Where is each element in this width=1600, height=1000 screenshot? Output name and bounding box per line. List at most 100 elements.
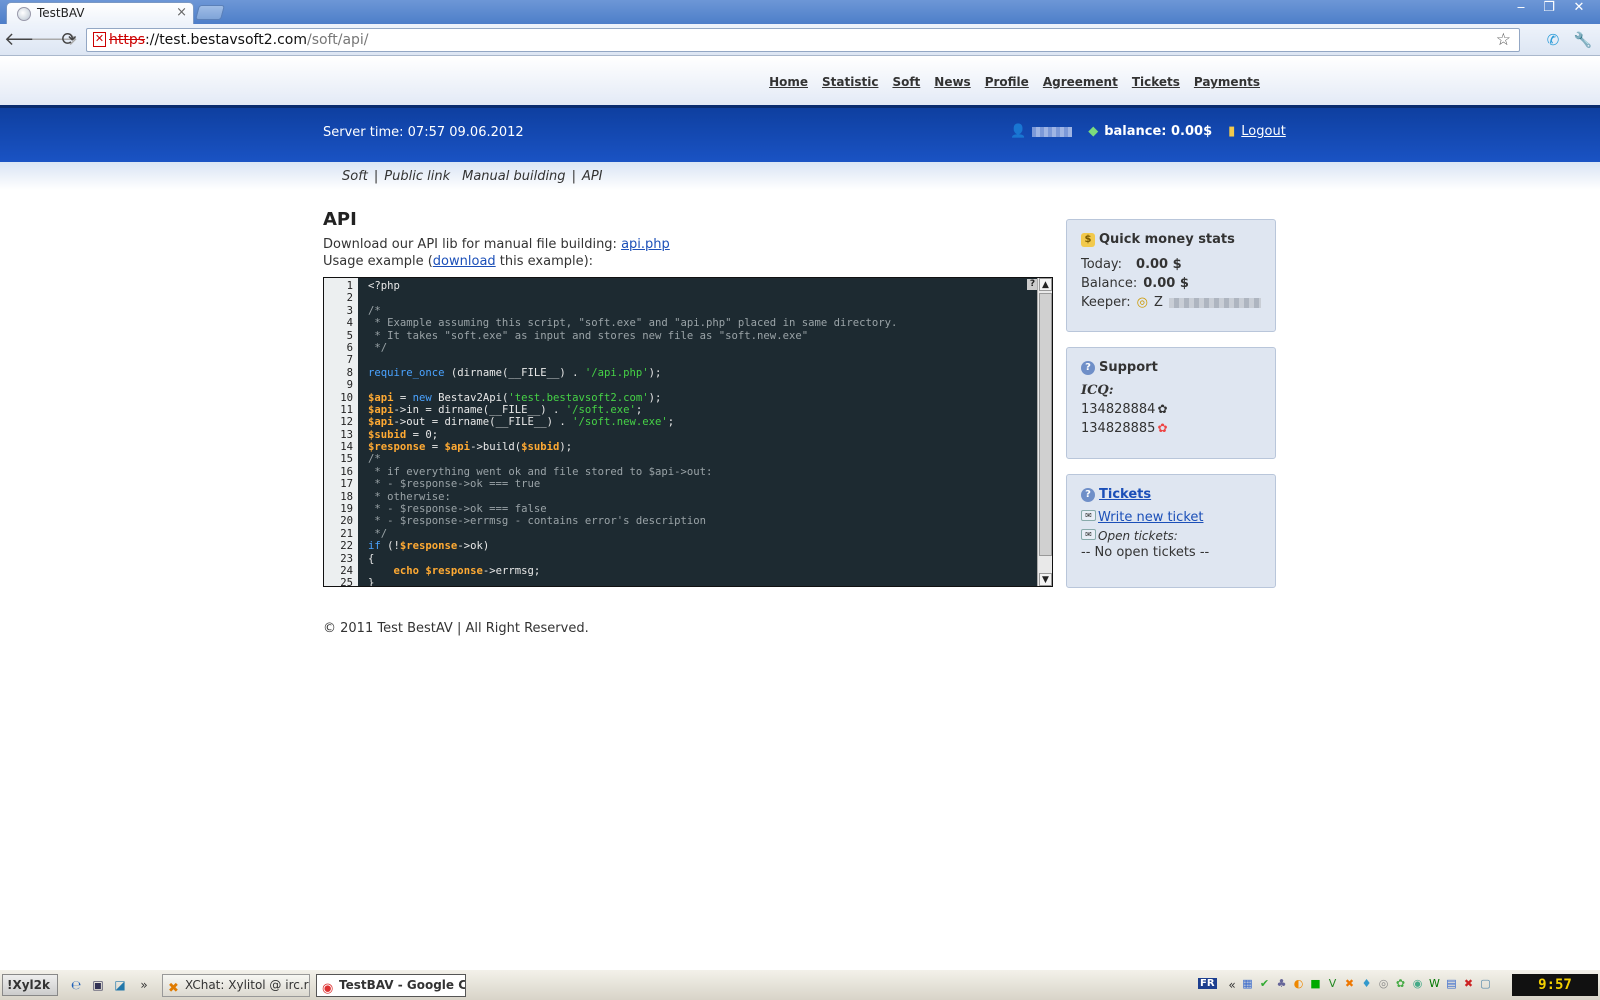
line-number: 7 xyxy=(346,354,353,367)
code-scrollbar[interactable]: ▲ ▼ xyxy=(1037,278,1052,586)
tray-icon[interactable]: ✔ xyxy=(1257,976,1272,992)
code-line: * - $response->ok === true xyxy=(368,478,541,491)
line-number: 5 xyxy=(346,329,353,342)
line-number: 6 xyxy=(346,341,353,354)
menu-item-soft[interactable]: Soft xyxy=(892,75,920,89)
main-menu: Home Statistic Soft News Profile Agreement Tic… xyxy=(769,75,1260,89)
maximize-icon[interactable]: ❐ xyxy=(1536,0,1562,18)
minimize-icon[interactable]: ‒ xyxy=(1508,0,1534,18)
code-line: */ xyxy=(368,527,388,540)
api-php-link[interactable]: api.php xyxy=(621,237,670,252)
new-mail-icon: ✉ xyxy=(1081,510,1096,521)
line-number: 19 xyxy=(340,503,353,516)
wrench-icon[interactable]: 🔧 xyxy=(1573,30,1593,50)
tray-icon[interactable]: ◐ xyxy=(1291,976,1306,992)
keeper-prefix: Z xyxy=(1153,295,1163,310)
ie-icon[interactable]: ℮ xyxy=(68,977,84,993)
insecure-lock-icon: ✕ xyxy=(93,32,106,47)
code-line: } xyxy=(368,577,375,587)
coins-icon: $ xyxy=(1081,232,1095,247)
icq-label: ICQ: xyxy=(1081,383,1114,398)
menu-item-home[interactable]: Home xyxy=(769,75,808,89)
balance-value: 0.00 $ xyxy=(1143,276,1189,291)
code-example[interactable]: 1 2 3 4 5 6 7 8 9 10 11 12 13 14 15 16 17 18 19 20 21 22 23 24 2… xyxy=(323,277,1053,587)
line-number: 22 xyxy=(340,540,353,553)
money-stats-title: Quick money stats xyxy=(1099,232,1235,247)
forward-icon[interactable]: 🡒 xyxy=(30,29,78,51)
taskbar-clock: 9:57 xyxy=(1512,974,1598,996)
scroll-up-icon[interactable]: ▲ xyxy=(1039,278,1052,291)
line-number: 20 xyxy=(340,515,353,528)
back-icon[interactable]: 🡐 xyxy=(4,29,52,51)
line-number: 15 xyxy=(340,453,353,466)
subnav-manual-building[interactable]: Manual building xyxy=(462,169,565,184)
code-line: /* xyxy=(368,453,381,466)
browser-tab[interactable]: TestBAV × xyxy=(6,2,194,24)
code-line: echo $response->errmsg; xyxy=(393,564,541,577)
scroll-down-icon[interactable]: ▼ xyxy=(1039,573,1052,586)
quicklaunch-more-icon[interactable]: » xyxy=(136,977,152,993)
tray-icon[interactable]: ✖ xyxy=(1461,976,1476,992)
username-redacted xyxy=(1032,126,1073,137)
line-number: 25 xyxy=(340,577,353,587)
tray-icon[interactable]: ✖ xyxy=(1342,976,1357,992)
start-button[interactable]: !Xyl2k xyxy=(2,974,58,996)
menu-item-agreement[interactable]: Agreement xyxy=(1043,75,1118,89)
tray-icon[interactable]: ♣ xyxy=(1274,976,1289,992)
tray-icon[interactable]: ▤ xyxy=(1444,976,1459,992)
tray-icon[interactable]: W xyxy=(1427,976,1442,992)
desktop-icon[interactable]: ▣ xyxy=(90,977,106,993)
menu-item-tickets[interactable]: Tickets xyxy=(1132,75,1180,89)
tray-icon[interactable]: ▦ xyxy=(1240,976,1255,992)
tray-icon[interactable]: ♦ xyxy=(1359,976,1374,992)
tray-expand-icon[interactable]: « xyxy=(1224,977,1240,993)
tray-icon[interactable]: ◉ xyxy=(1410,976,1425,992)
bookmark-star-icon[interactable]: ☆ xyxy=(1496,30,1511,50)
tray-icon[interactable]: ◎ xyxy=(1376,976,1391,992)
taskbar-item-chrome[interactable]: ◉TestBAV - Google Chr... xyxy=(316,974,466,997)
tray-icon[interactable]: ▢ xyxy=(1478,976,1493,992)
subnav-api[interactable]: API xyxy=(582,169,603,184)
menu-item-profile[interactable]: Profile xyxy=(985,75,1029,89)
tray-icon[interactable]: ■ xyxy=(1308,976,1323,992)
taskbar: !Xyl2k ℮ ▣ ◪ » ✖XChat: Xylitol @ irc.riz… xyxy=(0,969,1600,1000)
reload-icon[interactable]: ⟳ xyxy=(58,29,80,51)
new-tab-button[interactable] xyxy=(194,5,226,20)
code-line: $subid = 0; xyxy=(368,428,439,441)
subnav-public-link[interactable]: Public link xyxy=(384,169,450,184)
code-line: * otherwise: xyxy=(368,490,451,503)
icq-offline-icon: ✿ xyxy=(1157,402,1168,416)
write-new-ticket-link[interactable]: Write new ticket xyxy=(1098,510,1203,525)
line-number: 16 xyxy=(340,465,353,478)
chrome-icon: ◉ xyxy=(322,981,334,996)
chart-tool-icon[interactable]: ◪ xyxy=(112,977,128,993)
top-navigation: Home Statistic Soft News Profile Agreement Tic… xyxy=(0,57,1600,105)
tray-icon[interactable]: ✿ xyxy=(1393,976,1408,992)
help-circle-icon: ? xyxy=(1081,487,1095,502)
address-bar[interactable]: ✕ https://test.bestavsoft2.com/soft/api/… xyxy=(86,28,1520,52)
taskbar-item-xchat[interactable]: ✖XChat: Xylitol @ irc.rizon... xyxy=(162,974,310,997)
menu-item-statistic[interactable]: Statistic xyxy=(822,75,878,89)
skype-icon[interactable]: ✆ xyxy=(1543,30,1563,50)
subnav-soft[interactable]: Soft xyxy=(342,169,368,184)
language-indicator[interactable]: FR xyxy=(1198,978,1217,989)
code-line: * - $response->ok === false xyxy=(368,503,547,516)
close-window-icon[interactable]: ✕ xyxy=(1566,0,1592,18)
scroll-thumb[interactable] xyxy=(1039,293,1052,556)
download-example-link[interactable]: download xyxy=(433,254,496,269)
tickets-link[interactable]: Tickets xyxy=(1099,487,1151,502)
logout-link[interactable]: Logout xyxy=(1241,124,1286,139)
line-number: 1 xyxy=(346,280,353,292)
menu-item-news[interactable]: News xyxy=(934,75,970,89)
download-line: Download our API lib for manual file bui… xyxy=(323,237,670,252)
open-tickets-label: Open tickets: xyxy=(1098,529,1178,543)
code-line: { xyxy=(368,552,375,565)
menu-item-payments[interactable]: Payments xyxy=(1194,75,1260,89)
icq-number: 134828885 xyxy=(1081,421,1156,436)
main-content: API Download our API lib for manual file… xyxy=(323,209,1053,587)
tray-icon[interactable]: V xyxy=(1325,976,1340,992)
url-text[interactable]: https://test.bestavsoft2.com/soft/api/ xyxy=(109,32,369,48)
tab-close-icon[interactable]: × xyxy=(176,5,187,20)
code-line: $response = $api->build($subid); xyxy=(368,441,573,454)
